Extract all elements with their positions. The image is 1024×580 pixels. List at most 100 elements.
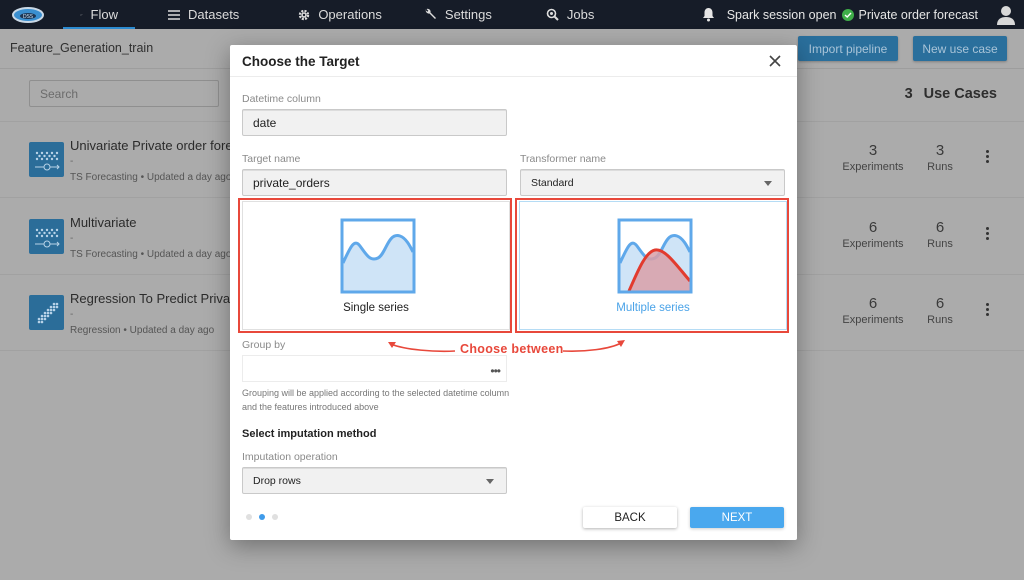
step-indicator (246, 514, 278, 520)
trend-line-icon (80, 13, 83, 16)
runs-label: Runs (927, 161, 953, 173)
more-horizontal-icon[interactable]: ••• (490, 364, 501, 378)
nav-flow[interactable]: Flow (63, 0, 135, 29)
nav-operations-label: Operations (318, 7, 382, 22)
transformer-name-value: Standard (531, 176, 574, 189)
use-case-title[interactable]: Univariate Private order forec (70, 138, 239, 153)
step-dot (272, 514, 278, 520)
use-case-updated: • Updated a day ago (123, 325, 215, 336)
more-options-icon[interactable] (982, 227, 992, 247)
experiments-count: 3 (868, 142, 878, 159)
use-case-description: - (70, 309, 74, 320)
choose-target-modal: Choose the Target Datetime column date T… (230, 45, 797, 540)
search-cog-icon (546, 8, 559, 21)
use-case-updated: • Updated a day ago (140, 172, 232, 183)
imputation-operation-label: Imputation operation (242, 451, 338, 463)
multiple-series-option[interactable]: Multiple series (519, 201, 787, 330)
chevron-down-icon (486, 479, 494, 484)
ts-forecasting-icon (29, 219, 64, 254)
runs-stat: 3 Runs (920, 142, 960, 173)
nav-jobs[interactable]: Jobs (529, 0, 611, 29)
nav-datasets-label: Datasets (188, 7, 240, 22)
project-title: Feature_Generation_train (10, 41, 154, 55)
runs-label: Runs (927, 238, 953, 250)
nav-operations[interactable]: Operations (281, 0, 399, 29)
import-pipeline-button[interactable]: Import pipeline (798, 36, 898, 61)
nav-flow-label: Flow (90, 7, 118, 22)
experiments-count: 6 (868, 219, 878, 236)
use-case-type: TS Forecasting (70, 172, 138, 183)
use-case-meta: Regression • Updated a day ago (70, 325, 214, 336)
app-logo[interactable]: DSS (8, 4, 48, 26)
close-icon[interactable] (767, 53, 783, 69)
group-by-input[interactable]: ••• (242, 355, 507, 382)
experiments-label: Experiments (842, 238, 904, 250)
single-series-label: Single series (343, 302, 409, 314)
use-case-count-label: Use Cases (923, 86, 997, 102)
new-use-case-button[interactable]: New use case (913, 36, 1007, 61)
transformer-name-label: Transformer name (520, 153, 606, 165)
imputation-operation-select[interactable]: Drop rows (242, 467, 507, 494)
next-button[interactable]: NEXT (690, 507, 784, 528)
transformer-name-select[interactable]: Standard (520, 169, 785, 196)
runs-count: 6 (935, 219, 945, 236)
group-by-label: Group by (242, 339, 286, 351)
experiments-stat: 6 Experiments (838, 219, 908, 250)
more-options-icon[interactable] (982, 303, 992, 323)
svg-text:DSS: DSS (23, 14, 33, 20)
list-icon (168, 9, 180, 20)
imputation-operation-value: Drop rows (253, 474, 301, 487)
use-case-description: - (70, 233, 74, 244)
experiments-stat: 6 Experiments (838, 295, 908, 326)
datetime-column-input[interactable]: date (242, 109, 507, 136)
gear-icon (299, 9, 310, 20)
use-case-count-number: 3 (904, 86, 913, 102)
experiments-count: 6 (868, 295, 878, 312)
annotation-text: Choose between (460, 342, 564, 356)
use-case-meta: TS Forecasting • Updated a day ago (70, 172, 231, 183)
check-circle-icon (841, 8, 854, 21)
wrench-icon (425, 8, 436, 19)
back-button[interactable]: BACK (583, 507, 677, 528)
runs-count: 6 (935, 295, 945, 312)
regression-icon (29, 295, 64, 330)
nav-settings-label: Settings (444, 7, 492, 22)
use-case-count: 3 Use Cases (905, 86, 997, 102)
experiments-label: Experiments (842, 161, 904, 173)
use-case-title[interactable]: Regression To Predict Private (70, 291, 241, 306)
user-avatar-icon[interactable] (996, 5, 1016, 25)
experiments-label: Experiments (842, 314, 904, 326)
single-series-option[interactable]: Single series (242, 201, 510, 330)
runs-count: 3 (935, 142, 945, 159)
bell-icon[interactable] (702, 7, 715, 22)
use-case-description: - (70, 156, 74, 167)
group-by-help-text: Grouping will be applied according to th… (242, 388, 510, 412)
step-dot-active (259, 514, 265, 520)
use-case-type: TS Forecasting (70, 249, 138, 260)
use-case-updated: • Updated a day ago (140, 249, 232, 260)
datetime-column-label: Datetime column (242, 93, 321, 105)
runs-label: Runs (927, 314, 953, 326)
runs-stat: 6 Runs (920, 219, 960, 250)
nav-datasets[interactable]: Datasets (151, 0, 256, 29)
runs-stat: 6 Runs (920, 295, 960, 326)
more-options-icon[interactable] (982, 150, 992, 170)
search-input[interactable]: Search (29, 80, 219, 107)
use-case-meta: TS Forecasting • Updated a day ago (70, 249, 231, 260)
step-dot (246, 514, 252, 520)
modal-header: Choose the Target (230, 45, 797, 77)
top-nav: DSS Flow Datasets Operations Settings Jo… (0, 0, 1024, 29)
nav-settings[interactable]: Settings (407, 0, 509, 29)
nav-jobs-label: Jobs (566, 7, 595, 22)
chevron-down-icon (764, 181, 772, 186)
modal-title: Choose the Target (242, 54, 360, 69)
multiple-series-label: Multiple series (616, 302, 690, 314)
target-name-input[interactable]: private_orders (242, 169, 507, 196)
project-name[interactable]: Private order forecast (859, 8, 979, 22)
experiments-stat: 3 Experiments (838, 142, 908, 173)
use-case-type: Regression (70, 325, 121, 336)
use-case-title[interactable]: Multivariate (70, 215, 136, 230)
imputation-section-title: Select imputation method (242, 428, 377, 440)
target-name-label: Target name (242, 153, 301, 165)
session-status: Spark session open (726, 7, 837, 22)
